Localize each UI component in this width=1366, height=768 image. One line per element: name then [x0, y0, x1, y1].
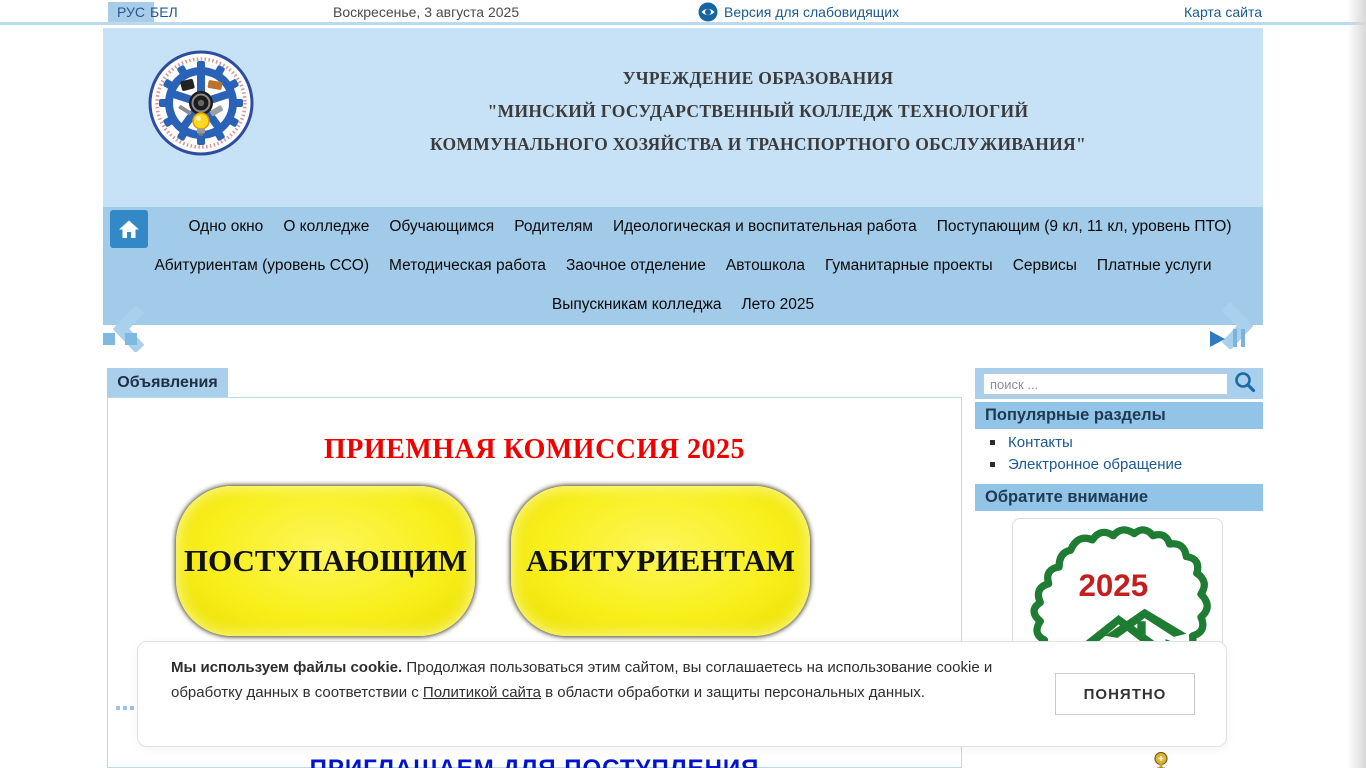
eye-icon — [698, 2, 718, 22]
nav-item-ideologicheskaya-rabota[interactable]: Идеологическая и воспитательная работа — [613, 218, 917, 236]
nav-item-platnye-uslugi[interactable]: Платные услуги — [1097, 257, 1212, 275]
nav-item-leto-2025[interactable]: Лето 2025 — [741, 296, 814, 314]
nav-item-avtoshkola[interactable]: Автошкола — [726, 257, 805, 275]
site-title-line3: КОММУНАЛЬНОГО ХОЗЯЙСТВА И ТРАНСПОРТНОГО … — [429, 134, 1087, 154]
attention-header: Обратите внимание — [975, 484, 1263, 511]
accessibility-label: Версия для слабовидящих — [724, 4, 900, 20]
page: РУС БЕЛ Воскресенье, 3 августа 2025 Верс… — [0, 0, 1366, 768]
slider-square-decoration — [125, 333, 137, 345]
square-bullet-icon — [990, 461, 995, 467]
cookie-banner: Мы используем файлы cookie. Продолжая по… — [137, 641, 1227, 747]
slider-dots — [116, 706, 134, 710]
nav-item-abiturientam-sso[interactable]: Абитуриентам (уровень ССО) — [154, 257, 369, 275]
college-logo — [148, 50, 254, 161]
main-navigation: Одно окно О колледже Обучающимся Родител… — [103, 207, 1263, 325]
postupayushchim-button[interactable]: ПОСТУПАЮЩИМ — [176, 486, 475, 636]
admission-buttons-row: ПОСТУПАЮЩИМ АБИТУРИЕНТАМ — [108, 486, 961, 636]
cookie-message-part2: в области обработки и защиты персональны… — [540, 683, 925, 701]
lang-switch-rus[interactable]: РУС — [108, 2, 155, 22]
nav-item-gumanitarnye-proekty[interactable]: Гуманитарные проекты — [825, 257, 993, 275]
top-bar: РУС БЕЛ Воскресенье, 3 августа 2025 Верс… — [0, 0, 1366, 25]
popular-sections-list: Контакты Электронное обращение — [975, 431, 1263, 475]
home-icon — [118, 219, 140, 239]
site-policy-link[interactable]: Политикой сайта — [423, 684, 541, 701]
sitemap-link[interactable]: Карта сайта — [1184, 4, 1262, 20]
list-item: Контакты — [975, 431, 1263, 453]
play-icon[interactable] — [1210, 331, 1225, 347]
lang-switch-bel[interactable]: БЕЛ — [150, 4, 178, 20]
cookie-message: Мы используем файлы cookie. Продолжая по… — [171, 656, 1003, 705]
site-title-line1: УЧРЕЖДЕНИЕ ОБРАЗОВАНИЯ — [622, 68, 894, 88]
list-item: Электронное обращение — [975, 453, 1263, 475]
accessibility-version-link[interactable]: Версия для слабовидящих — [698, 2, 899, 22]
nav-item-o-kolledzhe[interactable]: О колледже — [283, 218, 369, 236]
sidebar-link-electronic-appeal[interactable]: Электронное обращение — [1008, 456, 1182, 473]
search-button[interactable] — [1231, 371, 1259, 396]
nav-item-vypusknikam[interactable]: Выпускникам колледжа — [552, 296, 722, 314]
nav-row-2: Абитуриентам (уровень ССО) Методическая … — [103, 246, 1263, 285]
nav-row-3: Выпускникам колледжа Лето 2025 — [103, 285, 1263, 324]
chevron-left-icon[interactable] — [112, 304, 145, 357]
cookie-message-bold: Мы используем файлы cookie. — [171, 659, 403, 676]
announcements-tab: Объявления — [107, 368, 228, 397]
slider-square-decoration — [103, 333, 115, 345]
nav-item-zaochnoe-otdelenie[interactable]: Заочное отделение — [566, 257, 706, 275]
nav-item-servisy[interactable]: Сервисы — [1013, 257, 1077, 275]
nav-row-1: Одно окно О колледже Обучающимся Родител… — [103, 207, 1263, 246]
popular-sections-header: Популярные разделы — [975, 402, 1263, 429]
pause-icon[interactable] — [1233, 329, 1245, 347]
current-date: Воскресенье, 3 августа 2025 — [333, 4, 520, 20]
nav-item-roditelyam[interactable]: Родителям — [514, 218, 593, 236]
sidebar-link-contacts[interactable]: Контакты — [1008, 434, 1073, 451]
nav-item-metodicheskaya-rabota[interactable]: Методическая работа — [389, 257, 546, 275]
site-title: УЧРЕЖДЕНИЕ ОБРАЗОВАНИЯ "МИНСКИЙ ГОСУДАРС… — [253, 62, 1263, 161]
invitation-heading-partial: ПРИГЛАШАЕМ ДЛЯ ПОСТУПЛЕНИЯ — [107, 755, 962, 768]
nav-item-postupayushchim-pto[interactable]: Поступающим (9 кл, 11 кл, уровень ПТО) — [937, 218, 1232, 236]
cookie-accept-button[interactable]: ПОНЯТНО — [1055, 673, 1195, 715]
site-header: УЧРЕЖДЕНИЕ ОБРАЗОВАНИЯ "МИНСКИЙ ГОСУДАРС… — [103, 28, 1263, 207]
attention-image-year: 2025 — [1079, 568, 1149, 603]
square-bullet-icon — [990, 439, 995, 445]
site-title-line2: "МИНСКИЙ ГОСУДАРСТВЕННЫЙ КОЛЛЕДЖ ТЕХНОЛО… — [487, 101, 1029, 121]
nav-item-odno-okno[interactable]: Одно окно — [188, 218, 263, 236]
search-bar — [975, 368, 1263, 399]
admission-committee-heading: ПРИЕМНАЯ КОМИССИЯ 2025 — [323, 434, 746, 465]
search-input[interactable] — [983, 373, 1228, 395]
magnifier-icon — [1234, 371, 1256, 393]
abiturientam-button[interactable]: АБИТУРИЕНТАМ — [511, 486, 810, 636]
home-button[interactable] — [110, 210, 148, 248]
nav-item-obuchayushchimsya[interactable]: Обучающимся — [389, 218, 494, 236]
trophy-icon — [1152, 751, 1170, 768]
window-edge-shade — [1347, 0, 1366, 768]
